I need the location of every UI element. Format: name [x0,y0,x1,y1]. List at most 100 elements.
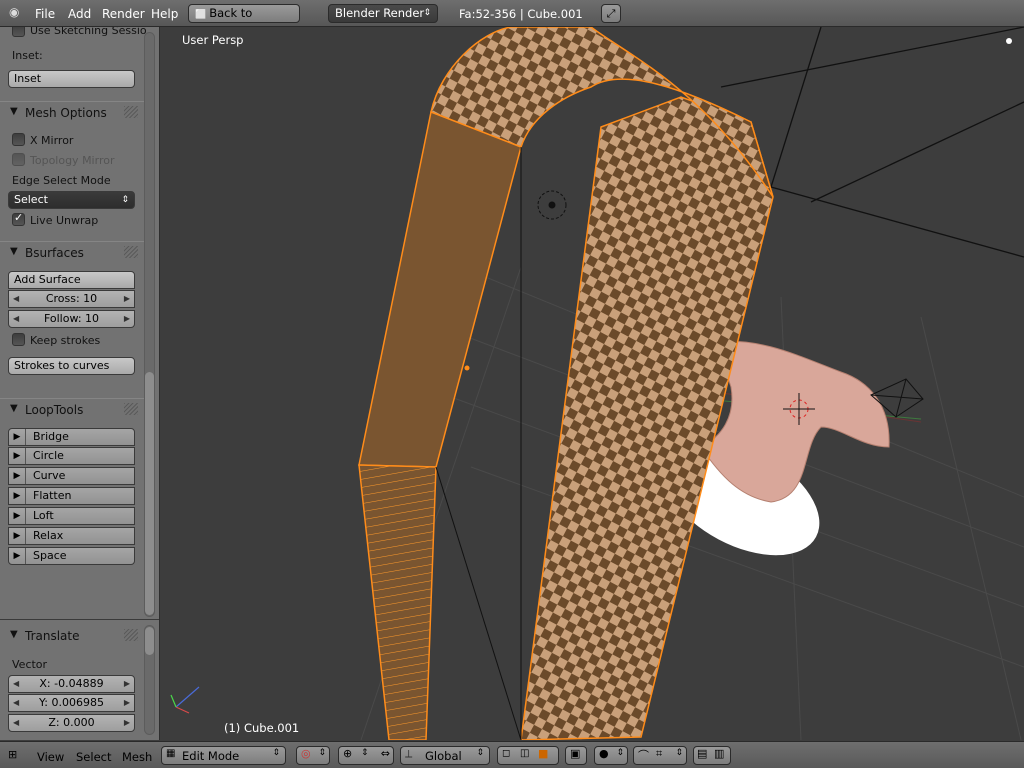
render-image-icon[interactable]: ▤ [697,747,707,760]
edge-select-mode-label: Edge Select Mode [12,174,111,187]
decrement-arrow-icon[interactable]: ◀ [13,676,19,692]
render-engine-select[interactable]: Blender Render ⇕ [328,4,438,23]
viewport-scene[interactable] [161,27,1024,740]
edit-mode-icon: ▦ [166,748,176,759]
live-unwrap-label: Live Unwrap [30,214,99,227]
limit-selection-button[interactable]: ▣ [565,746,587,765]
decrement-arrow-icon[interactable]: ◀ [13,291,19,307]
looptools-flatten[interactable]: ▶ Flatten [8,487,135,505]
updown-arrows-icon: ⇕ [675,748,683,758]
limit-selection-icon: ▣ [570,747,581,760]
decrement-arrow-icon[interactable]: ◀ [13,715,19,731]
decrement-arrow-icon[interactable]: ◀ [13,695,19,711]
decrement-arrow-icon[interactable]: ◀ [13,311,19,327]
drag-grip-icon[interactable] [124,246,138,258]
vector-z-field[interactable]: ◀ Z: 0.000 ▶ [8,714,135,732]
inset-button[interactable]: Inset [8,70,135,88]
looptools-loft[interactable]: ▶ Loft [8,507,135,525]
menu-render[interactable]: Render [102,7,145,21]
back-to-previous-button[interactable]: ⬜Back to Previous [188,4,300,39]
updown-arrows-icon: ⇕ [272,748,280,758]
looptools-circle[interactable]: ▶ Circle [8,447,135,465]
follow-field[interactable]: ◀ Follow: 10 ▶ [8,310,135,328]
strokes-to-curves-button[interactable]: Strokes to curves [8,357,135,375]
vector-y-value: Y: 0.006985 [39,696,104,709]
vector-x-value: X: -0.04889 [39,677,104,690]
panel-mesh-options-header[interactable]: ▼ Mesh Options [0,101,144,123]
x-mirror-label: X Mirror [30,134,74,147]
increment-arrow-icon[interactable]: ▶ [124,311,130,327]
pivot-icon: ⊕ [343,747,353,760]
3d-viewport[interactable]: User Persp (1) Cube.001 [161,27,1024,740]
view-name-label: User Persp [182,33,244,47]
menu-mesh[interactable]: Mesh [122,750,152,764]
looptools-space[interactable]: ▶ Space [8,547,135,565]
editor-type-icon[interactable]: ◉ [9,5,19,19]
3d-view-header: ⊞ View Select Mesh ▦ Edit Mode ⇕ ◎ ⇕ ⊕ ⇕… [0,741,1024,768]
looptools-item-label: Relax [33,529,64,542]
increment-arrow-icon[interactable]: ▶ [124,676,130,692]
looptools-bridge[interactable]: ▶ Bridge [8,428,135,446]
vertex-select-icon[interactable]: ◻ [502,748,510,759]
vector-y-field[interactable]: ◀ Y: 0.006985 ▶ [8,694,135,712]
keep-strokes-checkbox[interactable] [12,333,25,346]
increment-arrow-icon[interactable]: ▶ [124,291,130,307]
fullscreen-icon: ⤢ [606,7,616,20]
toolshelf-scrollbar-thumb[interactable] [145,372,154,615]
face-select-icon[interactable]: ■ [538,747,548,760]
render-engine-label: Blender Render [335,6,425,20]
drag-grip-icon[interactable] [124,403,138,415]
looptools-item-label: Loft [33,509,54,522]
cross-field[interactable]: ◀ Cross: 10 ▶ [8,290,135,308]
drag-grip-icon[interactable] [124,106,138,118]
pivot-point-dropdown[interactable]: ⊕ ⇕ ⇔ [338,746,394,765]
editor-type-icon[interactable]: ⊞ [8,748,17,761]
looptools-item-label: Space [33,549,67,562]
menu-add[interactable]: Add [68,7,91,21]
magnet-icon: ⌒ [638,749,649,762]
viewport-corner-icon [1006,38,1012,44]
x-mirror-checkbox[interactable] [12,133,25,146]
transform-orientation-dropdown[interactable]: ⟂ Global ⇕ [400,746,490,765]
collapse-triangle-icon: ▼ [10,403,18,414]
menu-help[interactable]: Help [151,7,178,21]
topology-mirror-checkbox[interactable] [12,153,25,166]
scene-stats: Fa:52-356 | Cube.001 [459,7,583,21]
select-mode-buttons[interactable]: ◻ ◫ ■ [497,746,559,765]
use-sketching-session-checkbox[interactable] [12,27,25,37]
updown-arrows-icon: ⇕ [121,195,129,205]
operator-divider [0,619,159,620]
menu-view[interactable]: View [37,750,64,764]
play-triangle-icon: ▶ [9,448,26,464]
fullscreen-toggle-button[interactable]: ⤢ [601,4,621,23]
back-icon: ⬜ [195,10,207,20]
looptools-relax[interactable]: ▶ Relax [8,527,135,545]
increment-arrow-icon[interactable]: ▶ [124,715,130,731]
viewport-shading-dropdown[interactable]: ◎ ⇕ [296,746,330,765]
drag-grip-icon[interactable] [124,629,138,641]
looptools-curve[interactable]: ▶ Curve [8,467,135,485]
operator-scrollbar-thumb[interactable] [145,627,154,655]
orientation-icon: ⟂ [405,747,413,760]
collapse-triangle-icon: ▼ [10,106,18,117]
panel-bsurfaces-header[interactable]: ▼ Bsurfaces [0,241,144,263]
increment-arrow-icon[interactable]: ▶ [124,695,130,711]
panel-looptools-header[interactable]: ▼ LoopTools [0,398,144,420]
keep-strokes-label: Keep strokes [30,334,101,347]
render-buttons[interactable]: ▤ ▥ [693,746,731,765]
proportional-editing-dropdown[interactable]: ● ⇕ [594,746,628,765]
mode-label: Edit Mode [182,749,240,763]
live-unwrap-checkbox[interactable] [12,211,25,226]
interaction-mode-dropdown[interactable]: ▦ Edit Mode ⇕ [161,746,286,765]
menu-select[interactable]: Select [76,750,111,764]
snap-dropdown[interactable]: ⌒ ⌗ ⇕ [633,746,687,765]
edge-select-icon[interactable]: ◫ [520,748,529,759]
render-animation-icon[interactable]: ▥ [714,747,724,760]
panel-translate-header[interactable]: ▼ Translate [0,625,144,647]
menu-file[interactable]: File [35,7,55,21]
vector-x-field[interactable]: ◀ X: -0.04889 ▶ [8,675,135,693]
edge-select-mode-dropdown[interactable]: Select ⇕ [8,191,135,209]
add-surface-button[interactable]: Add Surface [8,271,135,289]
snap-grid-icon: ⌗ [656,747,663,760]
active-object-label: (1) Cube.001 [224,721,300,735]
